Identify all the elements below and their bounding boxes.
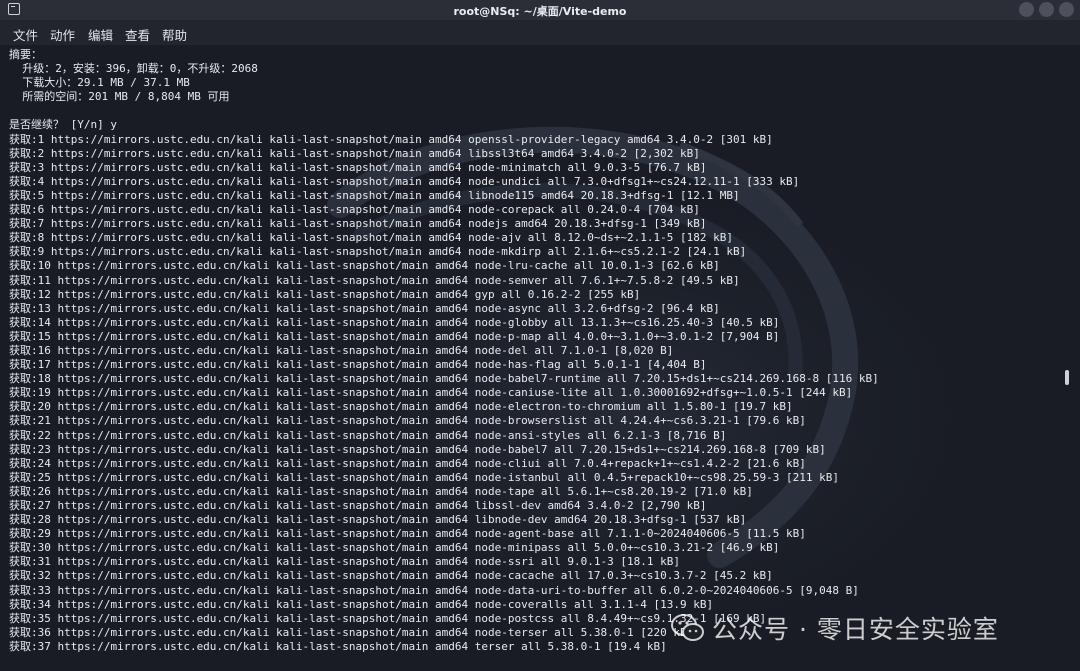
terminal-line: 获取:4 https://mirrors.ustc.edu.cn/kali ka… [9, 174, 800, 188]
terminal-line: 获取:23 https://mirrors.ustc.edu.cn/kali k… [9, 442, 826, 456]
menu-help[interactable]: 帮助 [162, 25, 187, 44]
terminal-line: 获取:28 https://mirrors.ustc.edu.cn/kali k… [9, 513, 747, 527]
terminal-line: 获取:20 https://mirrors.ustc.edu.cn/kali k… [9, 400, 793, 414]
terminal-line: 升级：2，安装：396，卸载：0，不升级：2068 [9, 62, 258, 76]
menu-view[interactable]: 查看 [125, 25, 150, 44]
terminal-line: 获取:12 https://mirrors.ustc.edu.cn/kali k… [9, 287, 641, 301]
terminal-line: 所需的空间：201 MB / 8,804 MB 可用 [9, 90, 230, 104]
terminal-line: 获取:5 https://mirrors.ustc.edu.cn/kali ka… [9, 188, 740, 202]
menu-actions[interactable]: 动作 [50, 25, 75, 44]
terminal-line: 获取:32 https://mirrors.ustc.edu.cn/kali k… [9, 569, 773, 583]
terminal-line: 获取:30 https://mirrors.ustc.edu.cn/kali k… [9, 541, 780, 555]
terminal-output[interactable]: 摘要： 升级：2，安装：396，卸载：0，不升级：2068 下载大小：29.1 … [0, 45, 1080, 671]
terminal-window: root@NSq: ~/桌面/Vite-demo 文件 动作 编辑 查看 帮助 … [0, 0, 1080, 671]
maximize-button[interactable] [1039, 2, 1054, 17]
terminal-line: 摘要： [9, 48, 42, 61]
terminal-line: 获取:9 https://mirrors.ustc.edu.cn/kali ka… [9, 245, 747, 259]
terminal-line: 获取:11 https://mirrors.ustc.edu.cn/kali k… [9, 273, 740, 287]
terminal-line: 获取:1 https://mirrors.ustc.edu.cn/kali ka… [9, 132, 773, 146]
minimize-button[interactable] [1019, 2, 1034, 17]
terminal-line: 获取:6 https://mirrors.ustc.edu.cn/kali ka… [9, 203, 700, 217]
wechat-watermark: 公众号 · 零日安全实验室 [670, 610, 999, 646]
menu-edit[interactable]: 编辑 [88, 25, 113, 44]
terminal-line: 获取:13 https://mirrors.ustc.edu.cn/kali k… [9, 301, 720, 315]
terminal-line: 获取:3 https://mirrors.ustc.edu.cn/kali ka… [9, 160, 707, 174]
watermark-text: 公众号 · 零日安全实验室 [712, 615, 999, 644]
terminal-line: 获取:21 https://mirrors.ustc.edu.cn/kali k… [9, 414, 806, 428]
terminal-text: 摘要： 升级：2，安装：396，卸载：0，不升级：2068 下载大小：29.1 … [9, 48, 1059, 654]
window-title: root@NSq: ~/桌面/Vite-demo [453, 5, 627, 18]
terminal-line: 获取:22 https://mirrors.ustc.edu.cn/kali k… [9, 428, 727, 442]
terminal-line: 获取:7 https://mirrors.ustc.edu.cn/kali ka… [9, 217, 707, 231]
terminal-line: 获取:8 https://mirrors.ustc.edu.cn/kali ka… [9, 231, 733, 245]
terminal-line: 获取:31 https://mirrors.ustc.edu.cn/kali k… [9, 555, 681, 569]
terminal-line: 获取:16 https://mirrors.ustc.edu.cn/kali k… [9, 343, 674, 357]
title-bar[interactable]: root@NSq: ~/桌面/Vite-demo [0, 0, 1080, 20]
terminal-line: 获取:14 https://mirrors.ustc.edu.cn/kali k… [9, 315, 780, 329]
terminal-line: 获取:24 https://mirrors.ustc.edu.cn/kali k… [9, 456, 806, 470]
menu-file[interactable]: 文件 [13, 25, 38, 44]
terminal-line: 是否继续？ [Y/n] y [9, 118, 117, 132]
terminal-line: 获取:15 https://mirrors.ustc.edu.cn/kali k… [9, 329, 780, 343]
menu-bar: 文件 动作 编辑 查看 帮助 [0, 20, 1080, 45]
scrollbar-thumb[interactable] [1065, 370, 1069, 385]
terminal-line: 获取:26 https://mirrors.ustc.edu.cn/kali k… [9, 484, 753, 498]
terminal-line: 获取:25 https://mirrors.ustc.edu.cn/kali k… [9, 470, 839, 484]
terminal-line: 获取:10 https://mirrors.ustc.edu.cn/kali k… [9, 259, 720, 273]
terminal-line: 获取:17 https://mirrors.ustc.edu.cn/kali k… [9, 358, 707, 372]
terminal-line: 获取:2 https://mirrors.ustc.edu.cn/kali ka… [9, 146, 700, 160]
wechat-icon [671, 614, 704, 641]
close-button[interactable] [1059, 2, 1074, 17]
terminal-line: 获取:29 https://mirrors.ustc.edu.cn/kali k… [9, 527, 806, 541]
terminal-line: 获取:18 https://mirrors.ustc.edu.cn/kali k… [9, 372, 879, 386]
terminal-line: 获取:27 https://mirrors.ustc.edu.cn/kali k… [9, 499, 707, 512]
terminal-line: 获取:33 https://mirrors.ustc.edu.cn/kali k… [9, 583, 859, 597]
terminal-line: 获取:19 https://mirrors.ustc.edu.cn/kali k… [9, 386, 853, 400]
terminal-line: 下载大小：29.1 MB / 37.1 MB [9, 76, 190, 90]
